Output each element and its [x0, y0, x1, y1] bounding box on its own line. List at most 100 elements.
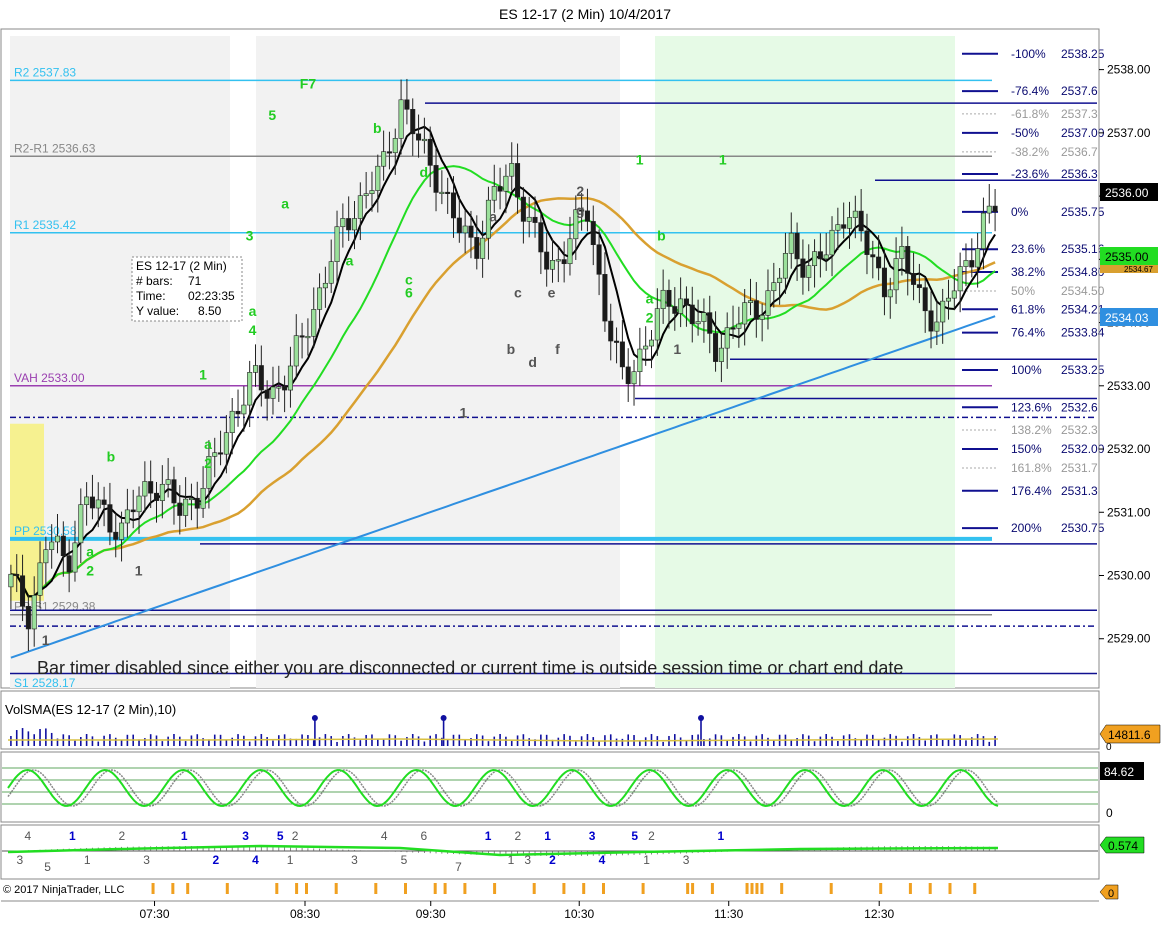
- oscillator-count-label: 4: [24, 829, 31, 843]
- stochastic-panel-frame: [0, 751, 1100, 823]
- candle-body: [101, 499, 107, 505]
- fib-level-price: 2531.3: [1061, 484, 1098, 498]
- candle-body: [701, 312, 707, 322]
- wave-label: a: [249, 303, 257, 319]
- candle-body: [846, 217, 853, 229]
- pivot-label: R2-R1 2536.63: [14, 141, 96, 155]
- candle-body: [654, 308, 660, 341]
- pivot-label: R1 2535.42: [14, 218, 76, 232]
- candle-body: [515, 163, 521, 198]
- session-tick-mark: [275, 883, 279, 894]
- fib-level-price: 2534.80: [1061, 265, 1105, 279]
- time-axis-label: 11:30: [714, 907, 743, 921]
- candle-body: [404, 99, 410, 110]
- candle-body: [899, 246, 905, 259]
- time-axis-label: 08:30: [290, 907, 320, 921]
- candle-body: [433, 165, 439, 193]
- wave-label: 1: [460, 404, 468, 420]
- session-tick-mark: [928, 883, 932, 894]
- candle-body: [287, 365, 293, 391]
- candle-body: [520, 196, 526, 222]
- candle-body: [689, 304, 695, 325]
- candle-body: [555, 259, 561, 262]
- candle-body: [218, 452, 224, 455]
- wave-label: c: [514, 284, 522, 300]
- candle-body: [130, 509, 136, 513]
- candle-body: [421, 138, 427, 142]
- wave-label: 2: [204, 455, 212, 471]
- price-axis-label: 2530.00: [1107, 569, 1151, 583]
- wave-label: a: [346, 253, 354, 269]
- candle-body: [963, 260, 969, 267]
- oscillator-count-label: 5: [631, 829, 638, 843]
- candle-body: [369, 190, 375, 194]
- ma-price-tag-1: 2535.00: [1100, 247, 1158, 265]
- ma-price-tag-2-text: 2534.67: [1124, 265, 1153, 274]
- fib-level-percent: -76.4%: [1011, 84, 1049, 98]
- candle-body: [200, 487, 206, 509]
- candle-body: [328, 261, 334, 284]
- stochastic-value-tag: 84.62: [1100, 762, 1144, 780]
- candle-body: [223, 432, 229, 455]
- candle-body: [614, 340, 620, 343]
- candle-body: [491, 186, 497, 201]
- info-box: ES 12-17 (2 Min) # bars: 71 Time: 02:23:…: [131, 256, 243, 322]
- candle-body: [183, 498, 189, 516]
- candle-body: [794, 232, 800, 260]
- candle-body: [72, 542, 78, 573]
- fib-level-percent: 76.4%: [1011, 326, 1045, 340]
- oscillator-count-label: 3: [524, 853, 531, 867]
- candle-body: [753, 300, 759, 320]
- candle-body: [881, 267, 887, 298]
- session-tick-mark: [562, 883, 566, 894]
- wave-label: 2: [646, 310, 654, 326]
- candle-body: [363, 193, 369, 196]
- pivot-label: S1 2528.17: [14, 676, 76, 690]
- candle-body: [893, 258, 899, 291]
- chart-canvas[interactable]: R2 2537.83 R2-R1 2536.63 R1 2535.42 VAH 253…: [0, 28, 1170, 952]
- candle-body: [980, 212, 986, 249]
- candle-body: [37, 562, 43, 596]
- oscillator-count-label: 1: [643, 853, 650, 867]
- ma-price-tag-2: 2534.67: [1100, 265, 1158, 274]
- oscillator-value-tag: 0.574: [1099, 836, 1145, 854]
- candle-body: [416, 133, 422, 141]
- wave-label: 1: [719, 151, 727, 167]
- price-axis-label: 2532.00: [1107, 442, 1151, 456]
- fib-level-percent: 150%: [1011, 442, 1042, 456]
- fib-level-percent: -50%: [1011, 126, 1039, 140]
- oscillator-count-label: 3: [143, 853, 150, 867]
- candle-body: [334, 226, 340, 262]
- info-box-y-value: 8.50: [198, 304, 222, 318]
- candle-body: [864, 230, 870, 255]
- wave-label: d: [420, 164, 429, 180]
- fib-level-percent: -23.6%: [1011, 167, 1049, 181]
- wave-label: a: [281, 196, 289, 212]
- candle-body: [713, 333, 719, 362]
- wave-label: d: [528, 354, 537, 370]
- session-tick-mark: [973, 883, 977, 894]
- session-tick-mark: [404, 883, 407, 894]
- candle-body: [718, 347, 724, 362]
- chart-window-title: ES 12-17 (2 Min) 10/4/2017: [499, 6, 671, 22]
- candle-body: [346, 218, 352, 231]
- candle-body: [648, 339, 655, 347]
- fib-level-percent: 50%: [1011, 284, 1035, 298]
- session-tick-mark: [171, 883, 175, 894]
- fib-level-price: 2536.7: [1061, 145, 1098, 159]
- candle-body: [992, 205, 998, 212]
- candle-body: [450, 192, 457, 219]
- candle-body: [78, 504, 84, 544]
- candle-body: [165, 479, 171, 485]
- volume-panel-title: VolSMA(ES 12-17 (2 Min),10): [5, 702, 176, 717]
- wave-label: b: [373, 120, 382, 136]
- wave-label: 1: [636, 151, 644, 167]
- oscillator-count-label: 1: [508, 853, 515, 867]
- oscillator-count-label: 2: [119, 829, 126, 843]
- wave-label: 1: [135, 563, 143, 579]
- pivot-label: R2 2537.83: [14, 65, 76, 79]
- candle-body: [526, 216, 532, 222]
- candle-body: [293, 335, 299, 367]
- info-box-time-label: Time:: [136, 289, 166, 303]
- fib-level-price: 2535.16: [1061, 242, 1105, 256]
